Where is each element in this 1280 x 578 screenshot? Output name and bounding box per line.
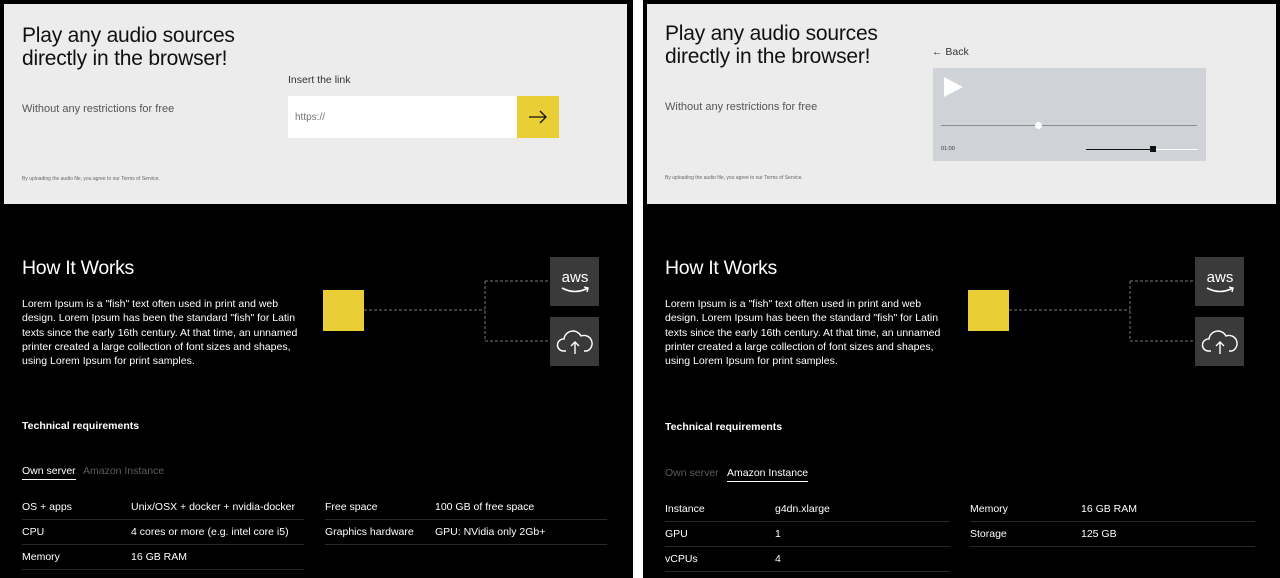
seek-bar[interactable] <box>941 122 1197 129</box>
spec-label: Storage <box>970 528 1007 540</box>
spec-value: g4dn.xlarge <box>775 503 830 515</box>
hero-section: Play any audio sources directly in the b… <box>4 4 627 204</box>
aws-box: aws <box>550 257 599 306</box>
hero-subtitle: Without any restrictions for free <box>665 101 818 113</box>
hero-title: Play any audio sources directly in the b… <box>22 24 235 70</box>
spec-row: Memory 16 GB RAM <box>22 545 304 570</box>
aws-box: aws <box>1195 257 1244 306</box>
tab-amazon-instance[interactable]: Amazon Instance <box>83 465 164 479</box>
audio-player: 01:00 <box>933 68 1206 161</box>
link-input[interactable] <box>288 96 517 138</box>
spec-row: Memory 16 GB RAM <box>970 497 1255 522</box>
spec-row: CPU 4 cores or more (e.g. intel core i5) <box>22 520 304 545</box>
spec-row: Instance g4dn.xlarge <box>665 497 950 522</box>
spec-value: 4 <box>775 553 781 565</box>
tab-amazon-instance[interactable]: Amazon Instance <box>727 467 809 482</box>
spec-row: OS + apps Unix/OSX + docker + nvidia-doc… <box>22 495 304 520</box>
aws-logo-icon: aws <box>1206 269 1234 292</box>
volume-fill <box>1086 149 1154 150</box>
spec-row: Free space 100 GB of free space <box>325 495 607 520</box>
play-icon[interactable] <box>941 76 965 98</box>
tab-own-server[interactable]: Own server <box>665 467 719 481</box>
how-it-works-title: How It Works <box>665 257 777 279</box>
spec-row: Storage 125 GB <box>970 522 1255 547</box>
spec-label: OS + apps <box>22 501 72 513</box>
architecture-diagram: aws <box>965 255 1265 370</box>
app-block <box>968 290 1009 331</box>
hero-subtitle: Without any restrictions for free <box>22 103 175 115</box>
spec-label: Free space <box>325 501 378 513</box>
spec-value: GPU: NVidia only 2Gb+ <box>435 526 546 538</box>
aws-logo-icon: aws <box>561 269 589 292</box>
cloud-box <box>550 317 599 366</box>
terms-notice[interactable]: By uploading the audio file, you agree t… <box>22 176 160 182</box>
spec-value: 16 GB RAM <box>1081 503 1138 515</box>
spec-row: vCPUs 4 <box>665 547 950 572</box>
cloud-upload-icon <box>556 329 593 354</box>
svg-text:aws: aws <box>1206 269 1233 286</box>
spec-label: Graphics hardware <box>325 526 414 538</box>
tab-own-server[interactable]: Own server <box>22 465 76 480</box>
hero-title: Play any audio sources directly in the b… <box>665 22 878 68</box>
spec-label: vCPUs <box>665 553 698 565</box>
spec-row: Graphics hardware GPU: NVidia only 2Gb+ <box>325 520 607 545</box>
how-it-works-text: Lorem Ipsum is a "fish" text often used … <box>22 298 298 368</box>
tech-requirements-title: Technical requirements <box>665 421 783 433</box>
spec-label: Memory <box>22 551 60 563</box>
how-it-works-text: Lorem Ipsum is a "fish" text often used … <box>665 298 941 368</box>
architecture-diagram: aws <box>320 255 620 370</box>
spec-label: Instance <box>665 503 705 515</box>
time-display: 01:00 <box>941 146 955 152</box>
arrow-right-icon <box>529 110 547 124</box>
how-it-works-title: How It Works <box>22 257 134 279</box>
link-input-label: Insert the link <box>288 74 351 86</box>
app-block <box>323 290 364 331</box>
back-link[interactable]: ← Back <box>932 46 969 58</box>
volume-slider[interactable] <box>1086 146 1198 152</box>
volume-handle[interactable] <box>1150 146 1157 152</box>
spec-label: GPU <box>665 528 688 540</box>
cloud-box <box>1195 317 1244 366</box>
svg-text:aws: aws <box>561 269 588 286</box>
tech-requirements-title: Technical requirements <box>22 420 140 432</box>
page-state-amazon-instance: Play any audio sources directly in the b… <box>643 0 1280 578</box>
spec-row: GPU 1 <box>665 522 950 547</box>
spec-label: CPU <box>22 526 45 538</box>
page-state-own-server: Play any audio sources directly in the b… <box>0 0 633 578</box>
spec-value: 125 GB <box>1081 528 1117 540</box>
seek-handle[interactable] <box>1035 122 1043 129</box>
submit-link-button[interactable] <box>517 96 559 138</box>
cloud-upload-icon <box>1201 329 1238 354</box>
spec-value: 100 GB of free space <box>435 501 535 513</box>
spec-value: 16 GB RAM <box>131 551 188 563</box>
spec-label: Memory <box>970 503 1008 515</box>
spec-value: 1 <box>775 528 781 540</box>
terms-notice[interactable]: By uploading the audio file, you agree t… <box>665 175 803 181</box>
hero-section: Play any audio sources directly in the b… <box>647 4 1276 204</box>
spec-value: Unix/OSX + docker + nvidia-docker <box>131 501 295 513</box>
spec-value: 4 cores or more (e.g. intel core i5) <box>131 526 289 538</box>
